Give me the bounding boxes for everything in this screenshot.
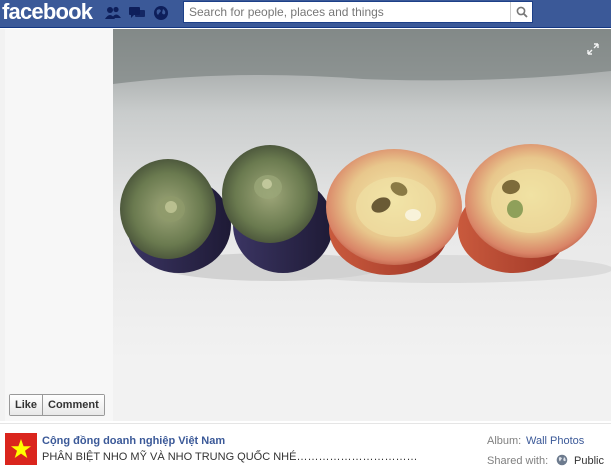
photo-stage[interactable] (113, 29, 611, 363)
notifications-globe-icon[interactable] (152, 4, 170, 22)
comment-button[interactable]: Comment (43, 395, 104, 415)
like-comment-bar: Like Comment (9, 394, 105, 416)
search-input[interactable] (184, 2, 510, 22)
fullscreen-expand-icon[interactable] (587, 43, 599, 58)
like-button[interactable]: Like (10, 395, 43, 415)
left-panel-inner (5, 29, 113, 421)
friend-requests-icon[interactable] (104, 4, 122, 22)
search-button[interactable] (510, 2, 532, 22)
album-label: Album: (487, 435, 522, 447)
notification-jewels (104, 4, 170, 22)
facebook-logo[interactable]: facebook (2, 0, 93, 24)
privacy-value[interactable]: Public (574, 455, 604, 466)
post-caption: PHÂN BIỆT NHO MỸ VÀ NHO TRUNG QUỐC NHÉ……… (42, 451, 418, 463)
star-icon (11, 439, 31, 458)
page-avatar-vietnam-flag[interactable] (5, 433, 37, 465)
grapes-photo (113, 29, 611, 363)
page-name-link[interactable]: Cộng đồng doanh nghiệp Việt Nam (42, 435, 225, 447)
section-divider (0, 423, 611, 424)
photo-footer-area (113, 363, 611, 421)
public-globe-icon (556, 454, 568, 466)
album-link[interactable]: Wall Photos (526, 435, 584, 447)
search-icon (516, 6, 528, 18)
search-box (183, 1, 533, 23)
top-bar: facebook (0, 0, 611, 28)
messages-icon[interactable] (128, 4, 146, 22)
shared-with-label: Shared with: (487, 455, 549, 466)
